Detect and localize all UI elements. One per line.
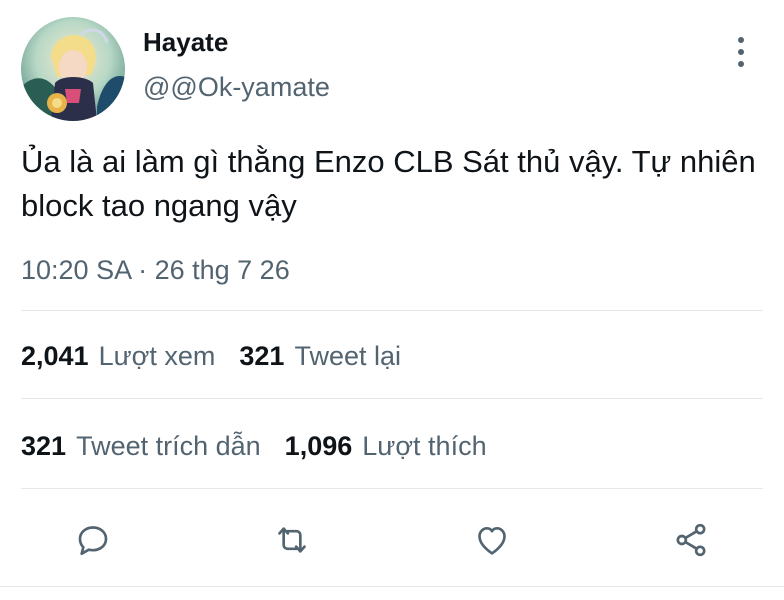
- views-stat[interactable]: 2,041 Lượt xem: [21, 338, 215, 374]
- more-options-button[interactable]: [724, 32, 758, 72]
- views-label: Lượt xem: [98, 341, 216, 371]
- retweet-button[interactable]: [270, 518, 314, 562]
- reply-icon: [78, 526, 108, 555]
- share-icon: [676, 523, 706, 557]
- divider: [21, 310, 763, 311]
- avatar-image: [21, 17, 125, 121]
- likes-count: 1,096: [284, 431, 353, 461]
- views-count: 2,041: [21, 341, 89, 371]
- tweet-text: Ủa là ai làm gì thằng Enzo CLB Sát thủ v…: [21, 144, 765, 223]
- more-icon-dot: [738, 49, 744, 55]
- divider: [21, 488, 763, 489]
- like-button[interactable]: [470, 518, 514, 562]
- retweets-label: Tweet lại: [294, 341, 402, 371]
- tweet-timestamp[interactable]: 10:20 SA · 26 thg 7 26: [21, 252, 290, 288]
- quotes-stat[interactable]: 321 Tweet trích dẫn: [21, 428, 261, 464]
- retweet-icon: [278, 527, 306, 553]
- divider: [21, 398, 763, 399]
- retweets-count: 321: [239, 341, 285, 371]
- more-icon: [738, 37, 744, 43]
- more-icon-dot: [738, 61, 744, 67]
- quotes-label: Tweet trích dẫn: [76, 431, 261, 461]
- stats-row-1: 2,041 Lượt xem 321 Tweet lại: [21, 336, 425, 376]
- avatar[interactable]: [21, 17, 125, 121]
- stats-row-2: 321 Tweet trích dẫn 1,096 Lượt thích: [21, 426, 511, 466]
- display-name[interactable]: Hayate: [143, 26, 228, 58]
- share-button[interactable]: [669, 518, 713, 562]
- tweet-detail: Hayate @@Ok-yamate Ủa là ai làm gì thằng…: [0, 0, 784, 600]
- quotes-count: 321: [21, 431, 67, 461]
- action-bar: [0, 510, 784, 566]
- retweets-stat[interactable]: 321 Tweet lại: [239, 338, 401, 374]
- heart-icon: [478, 527, 506, 555]
- likes-stat[interactable]: 1,096 Lượt thích: [285, 428, 487, 464]
- user-handle[interactable]: @@Ok-yamate: [143, 70, 330, 104]
- likes-label: Lượt thích: [362, 431, 487, 461]
- reply-button[interactable]: [71, 518, 115, 562]
- divider: [0, 586, 784, 587]
